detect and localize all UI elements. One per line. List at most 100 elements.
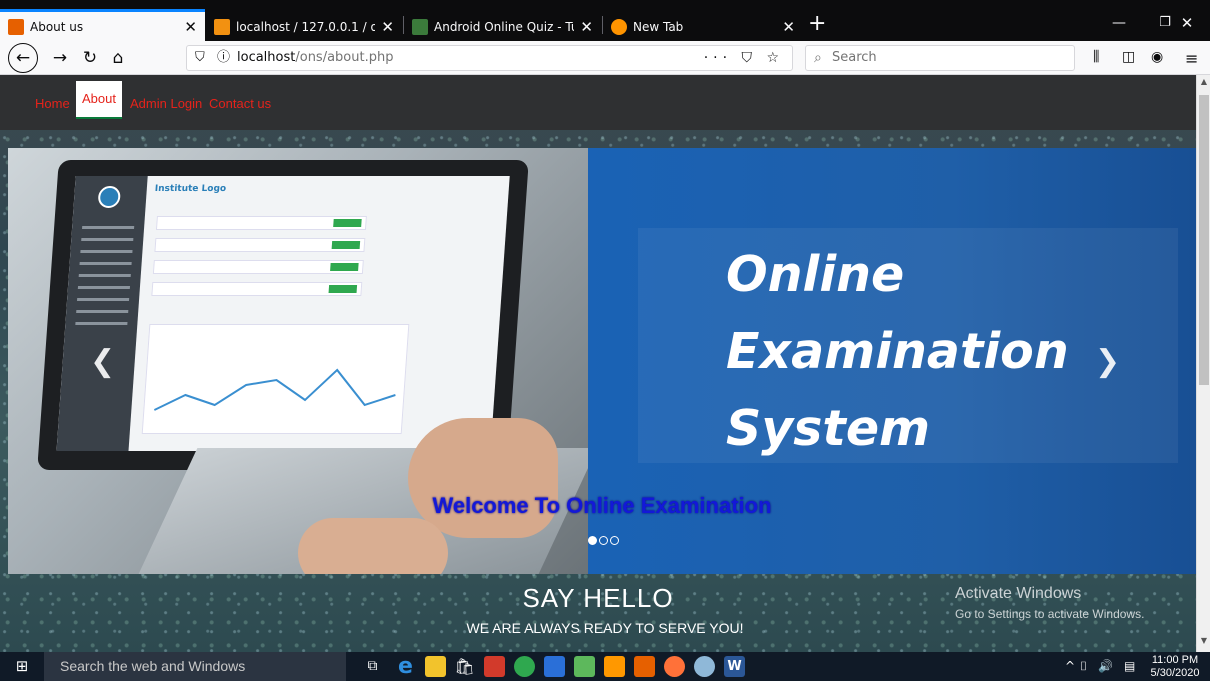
close-tab-icon[interactable]: ✕ [184, 18, 197, 36]
browser-nav-bar: ← → ↻ ⌂ ⛉ ⓘ localhost/ons/about.php ··· … [0, 41, 1210, 75]
nav-about[interactable]: About [76, 81, 122, 119]
slide-headline: Online Examination System [726, 236, 1086, 467]
tab-phpmyadmin[interactable]: localhost / 127.0.0.1 / online_q ✕ [206, 9, 402, 41]
paint-icon[interactable] [694, 656, 715, 677]
close-tab-icon[interactable]: ✕ [580, 18, 593, 36]
new-tab-button[interactable]: + [808, 11, 826, 37]
headline-line: System [726, 400, 931, 457]
carousel-dot[interactable] [610, 536, 619, 545]
test-row [151, 282, 363, 296]
clock-time: 11:00 PM [1151, 654, 1199, 666]
show-hidden-icons[interactable]: ^ [1065, 652, 1075, 681]
sidebar-line [77, 286, 131, 289]
edge-icon[interactable]: e [395, 656, 416, 678]
close-window-button[interactable]: ✕ [1164, 10, 1210, 36]
account-icon[interactable]: ◉ [1151, 49, 1163, 65]
url-text[interactable]: localhost/ons/about.php [237, 46, 393, 70]
nav-contact-us[interactable]: Contact us [209, 91, 271, 119]
carousel-next-icon[interactable]: ❯ [1095, 344, 1120, 379]
headline-line: Examination [726, 323, 1069, 380]
sidebar-line [79, 262, 132, 265]
windows-start-icon[interactable]: ⊞ [0, 652, 44, 681]
nav-admin-login[interactable]: Admin Login [130, 91, 202, 119]
headline-line: Online [726, 246, 905, 303]
watermark-title: Activate Windows [955, 585, 1082, 602]
menu-icon[interactable]: ≡ [1185, 49, 1198, 68]
test-row [152, 260, 364, 274]
sidebar-line [82, 226, 135, 229]
network-icon[interactable]: ⌷ [1080, 652, 1087, 681]
tab-title: About us [30, 19, 84, 34]
carousel-dot[interactable] [599, 536, 608, 545]
close-tab-icon[interactable]: ✕ [381, 18, 394, 36]
dashboard-sidebar [56, 176, 148, 451]
close-tab-icon[interactable]: ✕ [782, 18, 795, 36]
vertical-scrollbar[interactable]: ▲ ▼ [1196, 75, 1210, 652]
tab-new-tab[interactable]: New Tab ✕ [603, 9, 803, 41]
sublime-icon[interactable] [604, 656, 625, 677]
library-icon[interactable]: ⫼ [1093, 49, 1099, 65]
screen-title: Institute Logo [154, 184, 227, 194]
firefox-icon [611, 18, 627, 35]
nav-home[interactable]: Home [35, 91, 70, 119]
sidebar-line [78, 274, 131, 277]
taskbar-search[interactable]: Search the web and Windows [44, 652, 346, 681]
app-red-icon[interactable] [484, 656, 505, 677]
task-view-icon[interactable]: ⧉ [362, 656, 383, 677]
home-button[interactable]: ⌂ [104, 44, 132, 72]
notification-icon[interactable]: ▤ [1124, 652, 1135, 681]
word-icon[interactable]: W [724, 656, 745, 677]
hand-photo [298, 518, 448, 574]
volume-icon[interactable]: 🔊 [1098, 652, 1113, 681]
system-clock[interactable]: 11:00 PM 5/30/2020 [1145, 654, 1205, 680]
tab-android-quiz[interactable]: Android Online Quiz - Tutorial ✕ [404, 9, 601, 41]
take-test-badge [331, 241, 361, 249]
app-green-icon[interactable] [514, 656, 535, 677]
app-orange-icon[interactable] [634, 656, 655, 677]
site-navbar: Home About Admin Login Contact us [0, 75, 1196, 130]
firefox-taskbar-icon[interactable] [664, 656, 685, 677]
search-icon: ⌕ [814, 50, 822, 66]
laptop-screen: Institute Logo [56, 176, 510, 451]
say-hello-subtitle: WE ARE ALWAYS READY TO SERVE YOU! [466, 620, 744, 636]
app-blue-icon[interactable] [544, 656, 565, 677]
take-test-badge [328, 285, 358, 293]
tab-about-us[interactable]: About us ✕ [0, 9, 205, 41]
test-row [154, 238, 366, 252]
forward-button[interactable]: → [46, 44, 74, 72]
site-favicon-icon [8, 18, 24, 35]
carousel-dot[interactable] [588, 536, 597, 545]
take-test-badge [330, 263, 359, 271]
tab-title: localhost / 127.0.0.1 / online_q [236, 19, 375, 34]
sidebar-icon[interactable]: ◫ [1122, 49, 1135, 65]
scroll-up-icon[interactable]: ▲ [1197, 77, 1210, 91]
url-host: localhost [237, 50, 296, 65]
url-bar[interactable]: ⛉ ⓘ localhost/ons/about.php ··· ⛉ ☆ [186, 45, 793, 71]
page-actions[interactable]: ··· ⛉ ☆ [704, 46, 784, 70]
reload-button[interactable]: ↻ [76, 44, 104, 72]
carousel-indicators [588, 536, 619, 545]
scroll-thumb[interactable] [1199, 95, 1209, 385]
tab-title: New Tab [633, 19, 684, 34]
avatar [97, 186, 122, 208]
slide-caption: Welcome To Online Examination [432, 493, 772, 518]
store-icon[interactable]: 🛍 [454, 656, 475, 677]
scroll-down-icon[interactable]: ▼ [1197, 636, 1210, 650]
activate-windows-watermark: Activate Windows Go to Settings to activ… [955, 585, 1144, 621]
carousel-prev-icon[interactable]: ❮ [90, 344, 115, 379]
search-placeholder: Search [832, 50, 877, 65]
watermark-message: Go to Settings to activate Windows. [955, 607, 1145, 621]
search-bar[interactable]: ⌕ Search [805, 45, 1075, 71]
tracking-shield-icon[interactable]: ⛉ [195, 46, 205, 70]
clock-date: 5/30/2020 [1150, 667, 1200, 679]
phpmyadmin-icon [214, 18, 230, 35]
app-image-icon[interactable] [574, 656, 595, 677]
file-explorer-icon[interactable] [425, 656, 446, 677]
site-info-icon[interactable]: ⓘ [217, 46, 230, 70]
sidebar-line [75, 322, 128, 325]
minimize-button[interactable]: — [1096, 10, 1142, 36]
back-button[interactable]: ← [8, 43, 38, 73]
hand-photo [408, 418, 558, 538]
page-viewport: Home About Admin Login Contact us Instit… [0, 75, 1196, 652]
url-path: /ons/about.php [295, 50, 394, 65]
